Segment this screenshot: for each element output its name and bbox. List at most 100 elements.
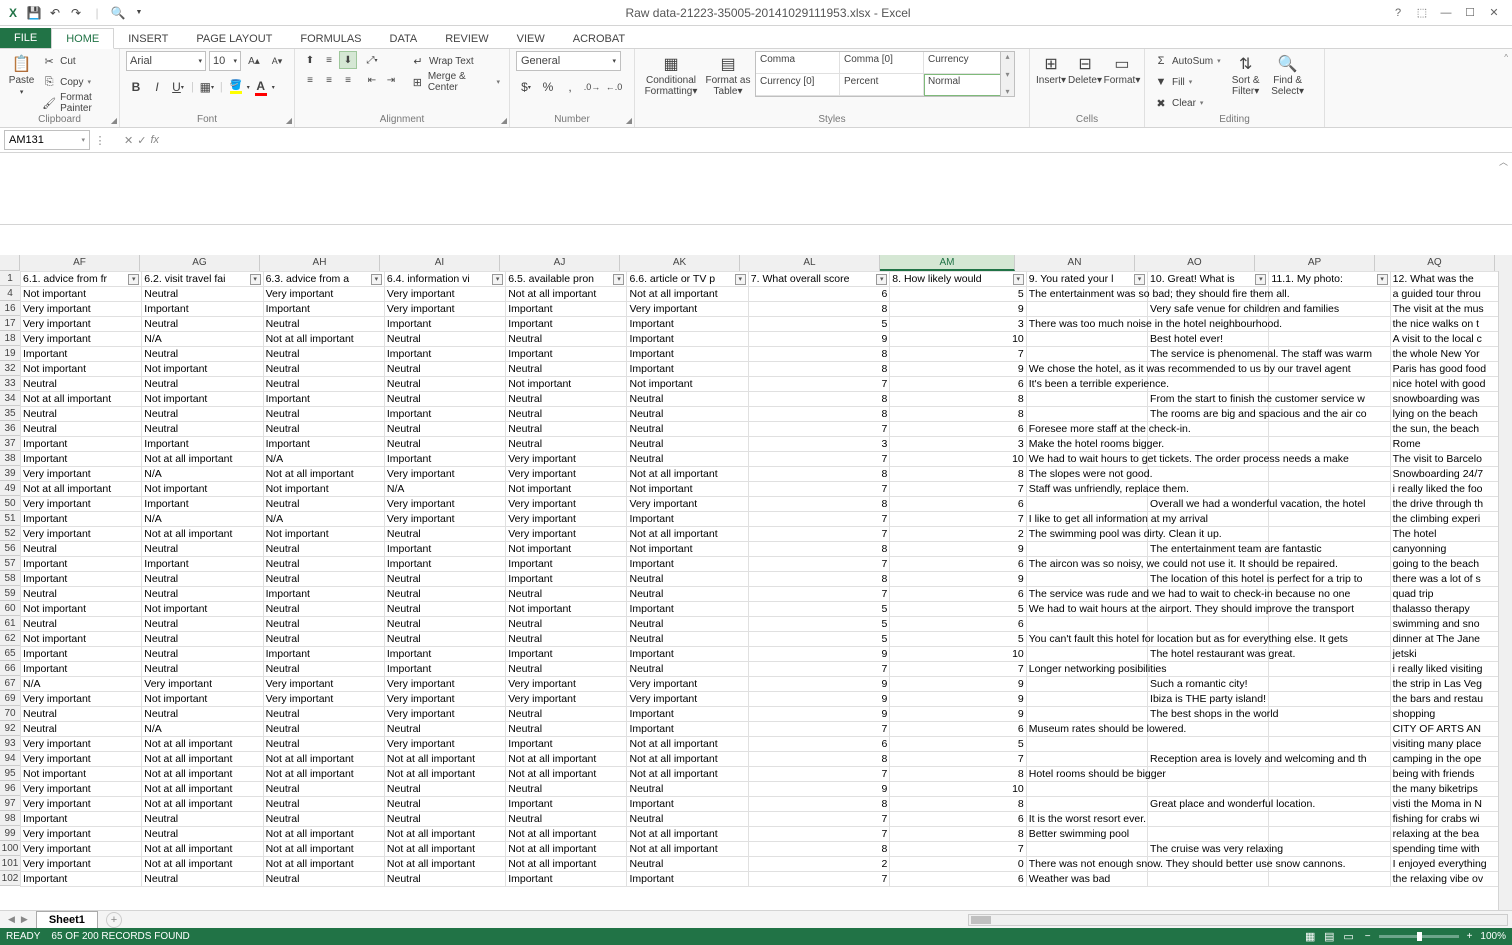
cell[interactable]: Not at all important bbox=[263, 767, 384, 782]
cell[interactable]: Neutral bbox=[506, 407, 627, 422]
cell[interactable]: Not important bbox=[506, 377, 627, 392]
cells-area[interactable]: ▾6.1. advice from fr▾6.2. visit travel f… bbox=[20, 271, 1512, 915]
cell[interactable]: N/A bbox=[384, 482, 505, 497]
cell[interactable]: Very important bbox=[21, 527, 142, 542]
cell[interactable]: 7 bbox=[748, 377, 890, 392]
cell[interactable]: Neutral bbox=[21, 707, 142, 722]
cell[interactable]: Important bbox=[142, 302, 263, 317]
cell[interactable]: Neutral bbox=[506, 617, 627, 632]
cell[interactable]: The service is phenomenal. The staff was… bbox=[1148, 347, 1269, 362]
cell[interactable]: relaxing at the bea bbox=[1390, 827, 1511, 842]
cell[interactable]: Overall we had a wonderful vacation, the… bbox=[1148, 497, 1269, 512]
conditional-formatting-button[interactable]: ▦ Conditional Formatting▾ bbox=[641, 51, 701, 97]
row-header[interactable]: 38 bbox=[0, 451, 20, 466]
cell[interactable]: Neutral bbox=[142, 542, 263, 557]
cell[interactable]: Neutral bbox=[506, 437, 627, 452]
cell[interactable]: Important bbox=[263, 392, 384, 407]
cell[interactable]: 5 bbox=[748, 317, 890, 332]
merge-center-button[interactable]: ⊞Merge & Center▾ bbox=[408, 72, 503, 92]
cell[interactable]: Neutral bbox=[627, 452, 748, 467]
cell[interactable]: Neutral bbox=[627, 437, 748, 452]
cell[interactable] bbox=[1269, 617, 1390, 632]
cell[interactable]: Important bbox=[627, 797, 748, 812]
cell[interactable]: N/A bbox=[142, 332, 263, 347]
cell[interactable]: Neutral bbox=[142, 422, 263, 437]
cell[interactable]: Neutral bbox=[263, 797, 384, 812]
cell[interactable]: 2 bbox=[890, 527, 1026, 542]
cell[interactable]: Important bbox=[263, 647, 384, 662]
cell[interactable]: the drive through th bbox=[1390, 497, 1511, 512]
cell[interactable]: Neutral bbox=[384, 602, 505, 617]
header-cell[interactable]: ▾11.1. My photo: bbox=[1269, 272, 1390, 287]
cell[interactable]: Not important bbox=[142, 362, 263, 377]
column-header-AF[interactable]: AF bbox=[20, 255, 140, 271]
cell[interactable]: 8 bbox=[748, 407, 890, 422]
align-top-button[interactable]: ⬆ bbox=[301, 51, 319, 69]
cell[interactable]: Important bbox=[263, 437, 384, 452]
copy-button[interactable]: ⎘Copy▾ bbox=[39, 72, 113, 92]
cell[interactable]: Not at all important bbox=[384, 767, 505, 782]
wrap-text-button[interactable]: ↵Wrap Text bbox=[408, 51, 503, 71]
cell[interactable]: spending time with bbox=[1390, 842, 1511, 857]
page-break-view-icon[interactable]: ▭ bbox=[1340, 931, 1356, 943]
style-currency[interactable]: Currency bbox=[924, 52, 1008, 74]
tab-view[interactable]: VIEW bbox=[503, 29, 559, 48]
cell[interactable]: Important bbox=[384, 452, 505, 467]
cell[interactable]: 8 bbox=[748, 572, 890, 587]
cell[interactable]: Neutral bbox=[506, 812, 627, 827]
cell[interactable]: Museum rates should be lowered. bbox=[1026, 722, 1147, 737]
row-header[interactable]: 34 bbox=[0, 391, 20, 406]
cell[interactable]: Very important bbox=[384, 677, 505, 692]
cell[interactable]: 8 bbox=[890, 407, 1026, 422]
cell[interactable]: Neutral bbox=[21, 407, 142, 422]
cell[interactable]: 7 bbox=[748, 452, 890, 467]
cell[interactable]: 7 bbox=[890, 662, 1026, 677]
cell[interactable]: 9 bbox=[748, 782, 890, 797]
cell[interactable]: Not important bbox=[142, 602, 263, 617]
cell[interactable] bbox=[1148, 437, 1269, 452]
cell[interactable] bbox=[1269, 677, 1390, 692]
row-header[interactable]: 50 bbox=[0, 496, 20, 511]
cell[interactable] bbox=[1148, 782, 1269, 797]
cell[interactable]: Not at all important bbox=[263, 332, 384, 347]
name-box[interactable]: AM131▾ bbox=[4, 130, 90, 150]
cell[interactable]: Neutral bbox=[263, 377, 384, 392]
cell[interactable]: 8 bbox=[748, 392, 890, 407]
save-icon[interactable]: 💾 bbox=[25, 4, 43, 22]
cell[interactable] bbox=[1269, 842, 1390, 857]
cell[interactable]: Neutral bbox=[384, 392, 505, 407]
row-header[interactable]: 102 bbox=[0, 871, 20, 886]
cell[interactable]: You can't fault this hotel for location … bbox=[1026, 632, 1147, 647]
align-center-button[interactable]: ≡ bbox=[320, 71, 338, 89]
cell[interactable]: 8 bbox=[890, 767, 1026, 782]
cell[interactable]: Important bbox=[506, 317, 627, 332]
cell[interactable]: Very important bbox=[263, 692, 384, 707]
cell[interactable]: Neutral bbox=[142, 827, 263, 842]
cell[interactable]: Neutral bbox=[21, 722, 142, 737]
cell[interactable]: Neutral bbox=[627, 812, 748, 827]
cell[interactable] bbox=[1026, 542, 1147, 557]
cell[interactable]: the many biketrips bbox=[1390, 782, 1511, 797]
fill-color-button[interactable]: 🪣 bbox=[226, 77, 246, 97]
cell[interactable]: Very important bbox=[384, 302, 505, 317]
number-dialog-launch[interactable]: ◢ bbox=[626, 116, 632, 125]
cell[interactable]: 7 bbox=[748, 482, 890, 497]
cell[interactable]: 7 bbox=[748, 827, 890, 842]
cell[interactable]: 5 bbox=[890, 737, 1026, 752]
cell[interactable]: 7 bbox=[748, 527, 890, 542]
cell[interactable]: 7 bbox=[748, 722, 890, 737]
cell[interactable]: Important bbox=[384, 647, 505, 662]
format-as-table-button[interactable]: ▤ Format as Table▾ bbox=[703, 51, 753, 97]
cell[interactable]: being with friends bbox=[1390, 767, 1511, 782]
cell[interactable]: Very important bbox=[384, 497, 505, 512]
cell[interactable]: Not important bbox=[21, 767, 142, 782]
border-button[interactable]: ▦▾ bbox=[197, 77, 217, 97]
cell[interactable]: Very important bbox=[142, 677, 263, 692]
decrease-font-icon[interactable]: A▾ bbox=[267, 51, 287, 71]
cell[interactable]: Very important bbox=[21, 797, 142, 812]
cell[interactable]: Neutral bbox=[627, 422, 748, 437]
sheet-tab-sheet1[interactable]: Sheet1 bbox=[36, 911, 98, 928]
cell[interactable]: 6 bbox=[890, 722, 1026, 737]
cell[interactable]: Neutral bbox=[263, 407, 384, 422]
cell[interactable]: 8 bbox=[890, 467, 1026, 482]
